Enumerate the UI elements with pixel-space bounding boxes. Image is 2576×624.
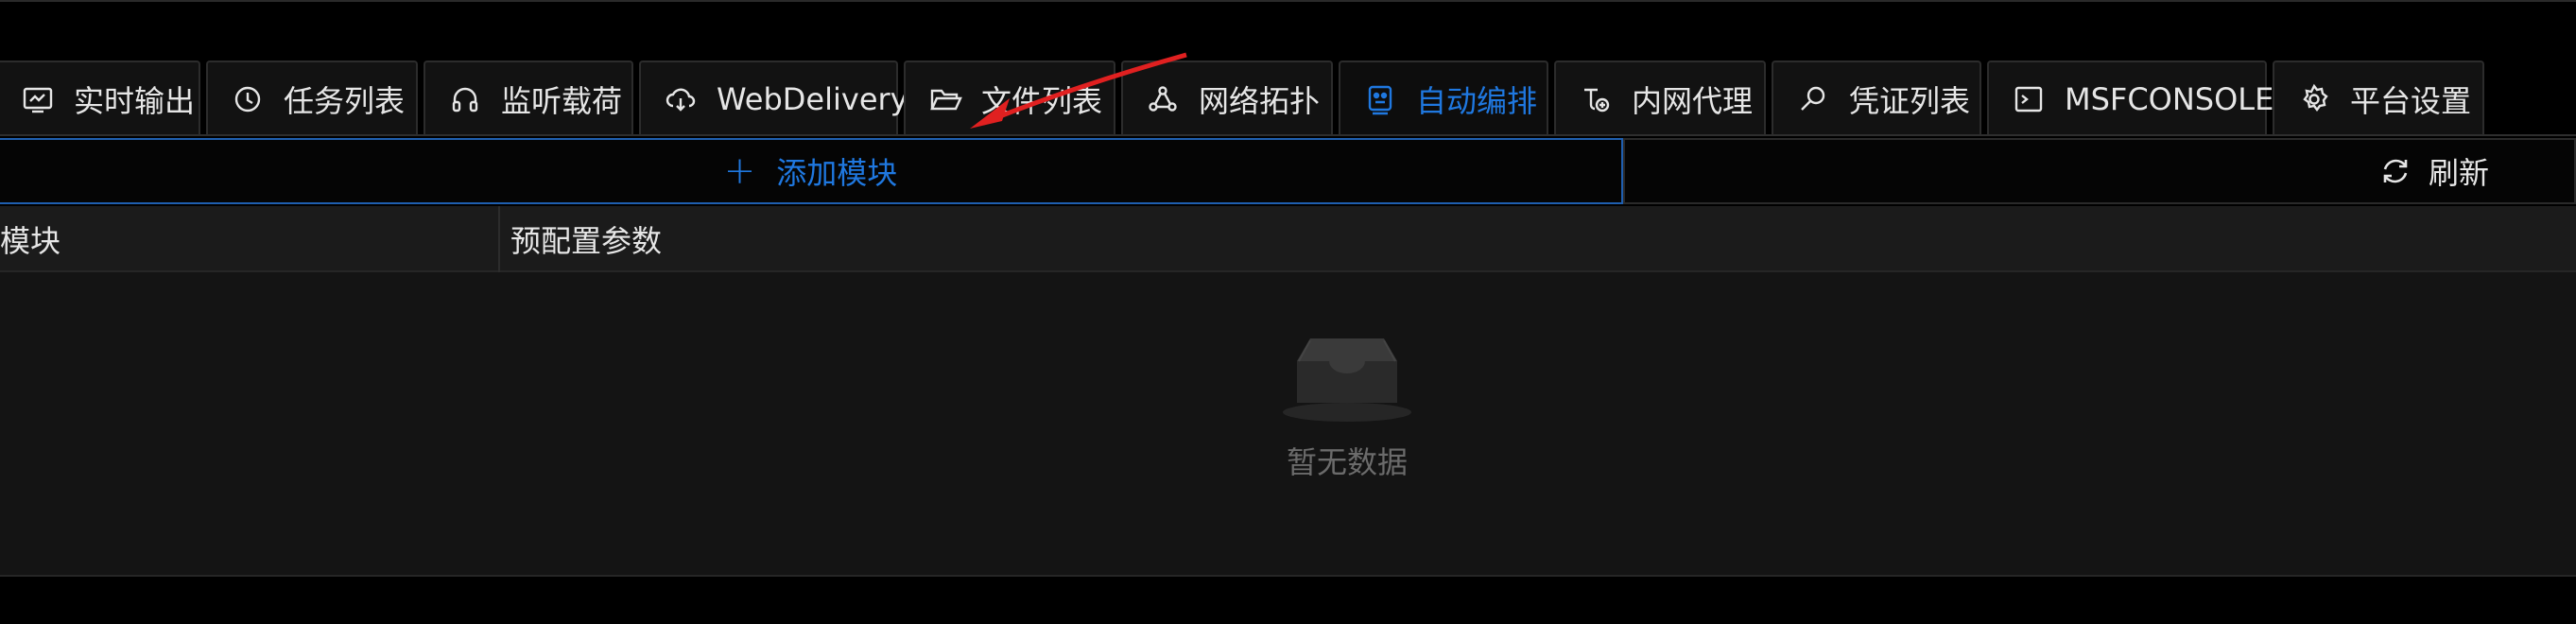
- empty-state: 暂无数据: [1182, 329, 1513, 509]
- tab-auto-orchestration[interactable]: 自动编排: [1339, 61, 1548, 136]
- empty-inbox-icon: [1283, 338, 1411, 422]
- tab-platform-settings[interactable]: 平台设置: [2273, 61, 2484, 136]
- add-module-label: 添加模块: [776, 155, 898, 191]
- tab-label: 凭证列表: [1849, 83, 1971, 119]
- column-header-module[interactable]: 模块: [0, 206, 61, 272]
- empty-state-text: 暂无数据: [1286, 444, 1408, 480]
- tab-label: 文件列表: [981, 83, 1103, 119]
- tab-label: 网络拓扑: [1199, 83, 1321, 119]
- tab-label: 自动编排: [1416, 83, 1538, 119]
- tab-listener-payloads[interactable]: 监听载荷: [424, 61, 633, 136]
- tab-label: 任务列表: [284, 83, 406, 119]
- proxy-icon: [1579, 82, 1613, 116]
- window-top-border: [0, 0, 2576, 2]
- tab-label: 监听载荷: [501, 83, 623, 119]
- plus-icon: +: [723, 149, 756, 193]
- terminal-icon: [2012, 82, 2046, 116]
- tab-file-list[interactable]: 文件列表: [904, 61, 1115, 136]
- add-module-button[interactable]: + 添加模块: [0, 138, 1623, 204]
- headset-icon: [448, 82, 482, 116]
- tab-msfconsole[interactable]: MSFCONSOLE: [1987, 61, 2273, 136]
- tab-label: WebDelivery: [717, 81, 908, 117]
- refresh-label: 刷新: [2428, 155, 2489, 191]
- tab-realtime-output[interactable]: 实时输出: [0, 61, 200, 136]
- tab-bar: 实时输出 任务列表 监听载荷 WebDelivery 文件列表 网络拓扑 自动编…: [0, 61, 2576, 136]
- column-divider: [498, 206, 500, 272]
- cloud-download-icon: [664, 82, 698, 116]
- tab-network-topology[interactable]: 网络拓扑: [1121, 61, 1333, 136]
- modules-table: 模块 预配置参数 暂无数据: [0, 206, 2576, 577]
- refresh-button[interactable]: 刷新: [1623, 138, 2576, 204]
- monitor-icon: [21, 82, 55, 116]
- tab-task-list[interactable]: 任务列表: [206, 61, 418, 136]
- tab-intranet-proxy[interactable]: 内网代理: [1554, 61, 1766, 136]
- table-header: 模块 预配置参数: [0, 206, 2576, 272]
- robot-icon: [1363, 82, 1397, 116]
- network-icon: [1146, 82, 1180, 116]
- history-icon: [231, 82, 265, 116]
- tab-label: 实时输出: [74, 83, 196, 119]
- tab-credential-list[interactable]: 凭证列表: [1772, 61, 1981, 136]
- refresh-icon: [2383, 159, 2408, 183]
- tab-webdelivery[interactable]: WebDelivery: [639, 61, 908, 136]
- folder-open-icon: [928, 82, 962, 116]
- gear-icon: [2297, 82, 2331, 116]
- table-bottom-border: [0, 575, 2576, 577]
- column-header-preconfigured-params[interactable]: 预配置参数: [510, 206, 662, 272]
- tab-label: 内网代理: [1632, 83, 1754, 119]
- key-search-icon: [1796, 82, 1830, 116]
- tab-label: 平台设置: [2350, 83, 2472, 119]
- tab-label: MSFCONSOLE: [2065, 81, 2274, 117]
- tab-bar-divider: [0, 134, 2576, 136]
